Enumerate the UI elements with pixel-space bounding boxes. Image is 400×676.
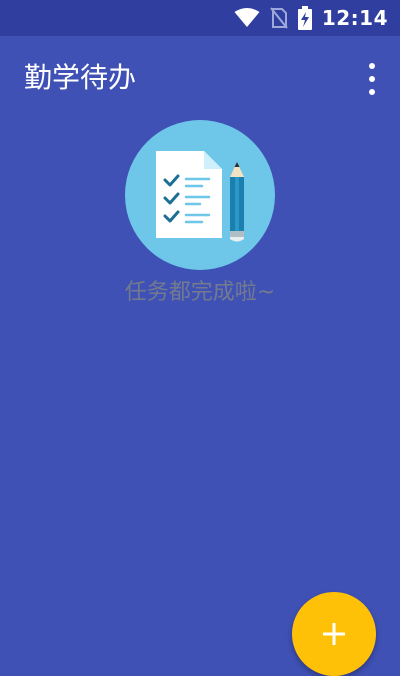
checklist-pencil-icon [125, 120, 275, 270]
app-title: 勤学待办 [24, 61, 137, 94]
more-vert-icon-dot [369, 76, 375, 82]
battery-charging-icon [297, 6, 312, 30]
app-bar: 勤学待办 [0, 36, 400, 124]
wifi-icon [234, 8, 260, 27]
add-task-button[interactable] [292, 592, 376, 676]
empty-state-message: 任务都完成啦~ [124, 280, 276, 305]
status-icons: 12:14 [234, 0, 388, 36]
status-bar: 12:14 [0, 0, 400, 36]
status-time: 12:14 [321, 6, 388, 30]
more-vert-icon-dot [369, 89, 375, 95]
more-options-button[interactable] [362, 61, 382, 97]
plus-icon [323, 623, 345, 645]
no-sim-icon [270, 7, 288, 29]
more-vert-icon [369, 63, 375, 69]
